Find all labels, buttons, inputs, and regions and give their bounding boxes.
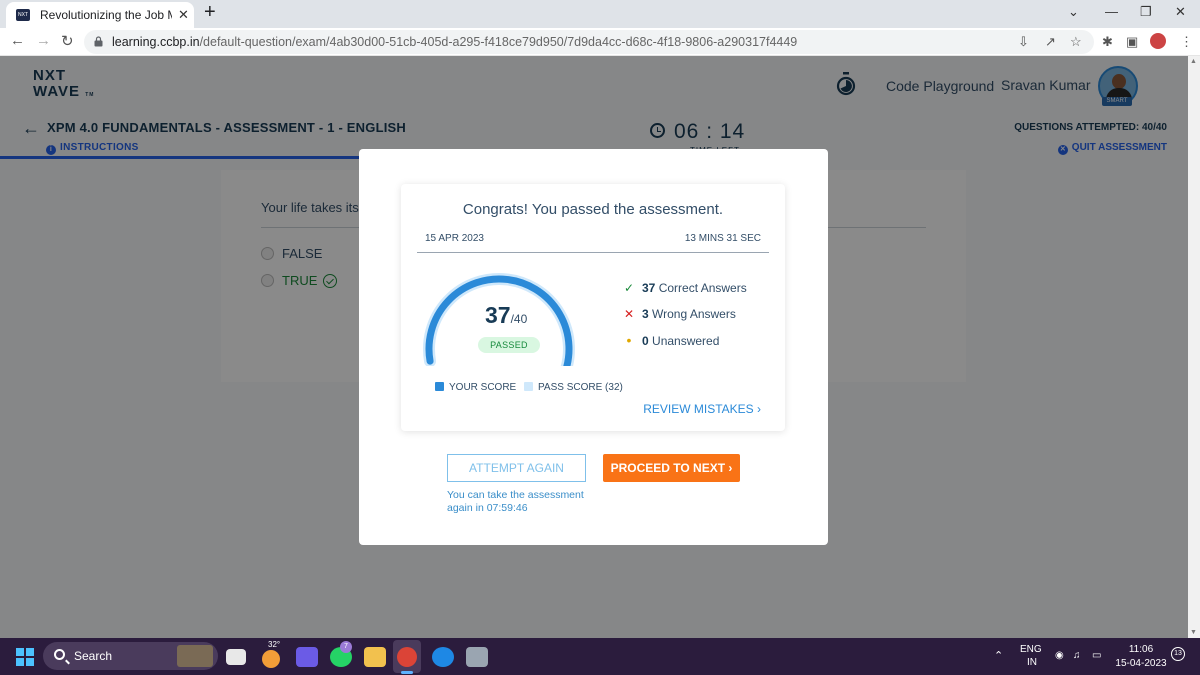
search-icon [54, 649, 65, 660]
site-favicon-icon: NXT [16, 9, 30, 21]
wifi-icon[interactable]: ◉ [1055, 650, 1064, 661]
lock-icon [94, 36, 103, 47]
language-line1[interactable]: ENG [1020, 644, 1042, 655]
volume-icon[interactable]: ♫ [1073, 650, 1081, 661]
legend-your-score: YOUR SCORE [435, 382, 516, 393]
chrome-icon[interactable] [397, 647, 417, 667]
divider [417, 252, 769, 253]
restore-button[interactable]: ❐ [1140, 4, 1152, 20]
score-value: 37/40 [485, 302, 528, 328]
file-explorer-icon[interactable] [364, 647, 386, 667]
windows-taskbar: Search 32° 7 ⌃ ENG IN ◉ ♫ ▭ 11:06 15-04-… [0, 638, 1200, 675]
tab-title: Revolutionizing the Job Market | [40, 8, 172, 22]
wrong-answers-stat: ✕ 3 Wrong Answers [623, 307, 736, 321]
legend-pass-score: PASS SCORE (32) [524, 382, 623, 393]
legend-swatch [524, 382, 533, 391]
unanswered-stat: • 0 Unanswered [623, 332, 720, 348]
extensions-icon[interactable]: ✱ [1102, 34, 1113, 50]
close-window-button[interactable]: ✕ [1175, 4, 1186, 20]
forward-button[interactable]: → [36, 32, 51, 49]
meet-icon[interactable] [296, 647, 318, 667]
attempt-date: 15 APR 2023 [425, 233, 484, 244]
result-modal: Congrats! You passed the assessment. 15 … [359, 149, 828, 545]
install-app-icon[interactable]: ⇩ [1018, 34, 1029, 50]
address-bar[interactable]: learning.ccbp.in/default-question/exam/4… [84, 30, 1094, 54]
passed-badge: PASSED [478, 337, 540, 353]
search-highlight-image [177, 645, 213, 667]
search-label: Search [74, 649, 113, 663]
language-line2[interactable]: IN [1027, 657, 1037, 668]
reload-button[interactable]: ↻ [61, 32, 74, 50]
back-button[interactable]: ← [10, 32, 25, 49]
windows-start-icon[interactable] [16, 648, 34, 666]
result-heading: Congrats! You passed the assessment. [462, 201, 724, 218]
browser-toolbar: ← → ↻ learning.ccbp.in/default-question/… [0, 28, 1200, 56]
side-panel-icon[interactable]: ▣ [1126, 34, 1138, 50]
browser-tab-strip: NXT Revolutionizing the Job Market | ✕ +… [0, 0, 1200, 28]
weather-icon[interactable] [262, 650, 280, 668]
page-scrollbar[interactable]: ▲ ▼ [1188, 56, 1200, 638]
battery-icon[interactable]: ▭ [1092, 650, 1101, 661]
camera-icon[interactable] [466, 647, 488, 667]
scroll-down-arrow-icon[interactable]: ▼ [1190, 629, 1197, 636]
task-view-icon[interactable] [226, 649, 246, 665]
new-tab-button[interactable]: + [204, 1, 216, 24]
minimize-button[interactable]: — [1105, 4, 1118, 19]
cross-icon: ✕ [623, 307, 635, 321]
check-icon: ✓ [623, 281, 635, 295]
attempt-again-button[interactable]: ATTEMPT AGAIN [447, 454, 586, 482]
tab-close-icon[interactable]: ✕ [178, 7, 189, 23]
correct-answers-stat: ✓ 37 Correct Answers [623, 281, 747, 295]
whatsapp-badge: 7 [340, 641, 352, 653]
retake-note: You can take the assessment again in 07:… [447, 489, 584, 514]
dot-icon: • [626, 332, 632, 348]
bookmark-star-icon[interactable]: ☆ [1070, 34, 1082, 50]
browser-menu-icon[interactable]: ⋮ [1180, 34, 1193, 50]
proceed-to-next-button[interactable]: PROCEED TO NEXT › [603, 454, 740, 482]
attempt-duration: 13 MINS 31 SEC [684, 233, 761, 244]
review-mistakes-link[interactable]: REVIEW MISTAKES › [643, 402, 761, 416]
browser-tab[interactable]: NXT Revolutionizing the Job Market | ✕ [6, 2, 194, 28]
weather-temp: 32° [268, 640, 281, 649]
active-app-indicator [401, 671, 413, 674]
scroll-up-arrow-icon[interactable]: ▲ [1190, 58, 1197, 65]
tray-chevron-up-icon[interactable]: ⌃ [994, 649, 1003, 662]
tab-search-chevron-icon[interactable]: ⌄ [1068, 4, 1079, 20]
result-card: Congrats! You passed the assessment. 15 … [401, 184, 785, 431]
edge-icon[interactable] [432, 647, 454, 667]
taskbar-search[interactable]: Search [43, 642, 218, 670]
profile-avatar-icon[interactable] [1150, 33, 1166, 49]
chevron-right-icon: › [757, 402, 761, 416]
legend-swatch [435, 382, 444, 391]
taskbar-date[interactable]: 15-04-2023 [1112, 658, 1170, 669]
taskbar-time[interactable]: 11:06 [1116, 644, 1166, 655]
notification-badge[interactable]: 13 [1171, 647, 1185, 661]
url-text: learning.ccbp.in/default-question/exam/4… [112, 35, 798, 49]
chevron-right-icon: › [728, 461, 733, 475]
share-icon[interactable]: ↗ [1045, 34, 1056, 50]
